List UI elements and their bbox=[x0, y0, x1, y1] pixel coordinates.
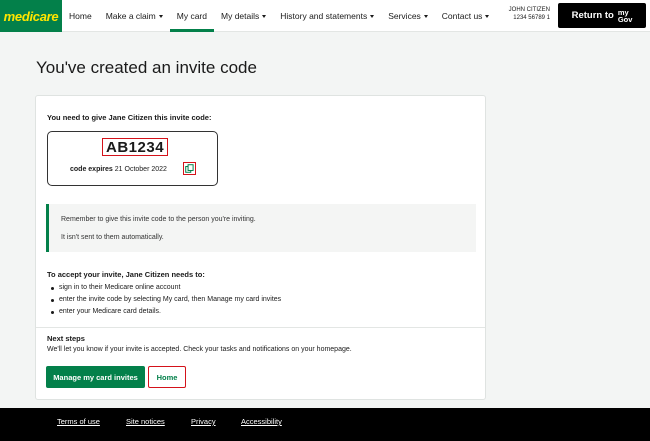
user-name: JOHN CITIZEN bbox=[508, 7, 550, 13]
footer-link-accessibility[interactable]: Accessibility bbox=[241, 417, 282, 426]
nav-item-contact-us[interactable]: Contact us bbox=[435, 0, 497, 32]
user-info: JOHN CITIZEN 1234 56789 1 bbox=[500, 7, 550, 22]
code-expiry: code expires 21 October 2022 bbox=[70, 166, 167, 173]
chevron-down-icon bbox=[423, 14, 428, 18]
footer-link-terms-of-use[interactable]: Terms of use bbox=[57, 417, 100, 426]
user-card-number: 1234 56789 1 bbox=[513, 14, 550, 21]
nav-label: My details bbox=[221, 11, 260, 21]
accept-instructions-title: To accept your invite, Jane Citizen need… bbox=[47, 270, 205, 279]
chevron-down-icon bbox=[370, 14, 375, 18]
chevron-down-icon bbox=[262, 14, 267, 18]
home-button[interactable]: Home bbox=[148, 366, 186, 388]
chevron-down-icon bbox=[485, 14, 490, 18]
nav-label: Home bbox=[69, 11, 92, 21]
mygov-logo-bottom: Gov bbox=[617, 14, 633, 24]
list-item: enter your Medicare card details. bbox=[49, 306, 281, 318]
nav-label: History and statements bbox=[280, 11, 368, 21]
nav-item-my-details[interactable]: My details bbox=[214, 0, 273, 32]
expires-label: code expires bbox=[70, 166, 113, 173]
nav-item-history-and-statements[interactable]: History and statements bbox=[273, 0, 381, 32]
nav-label: Contact us bbox=[441, 11, 483, 21]
list-item: enter the invite code by selecting My ca… bbox=[49, 294, 281, 306]
nav-label: My card bbox=[176, 11, 207, 21]
notice-line-1: Remember to give this invite code to the… bbox=[61, 216, 256, 223]
nav-item-my-card[interactable]: My card bbox=[169, 0, 214, 32]
copy-code-button[interactable] bbox=[183, 162, 196, 175]
nav-item-services[interactable]: Services bbox=[381, 0, 435, 32]
page-title: You've created an invite code bbox=[36, 58, 257, 77]
nav-label: Services bbox=[388, 11, 421, 21]
nav-item-home[interactable]: Home bbox=[62, 0, 99, 32]
list-item: sign in to their Medicare online account bbox=[49, 282, 281, 294]
return-to-mygov-button[interactable]: Return to my Gov bbox=[558, 3, 646, 28]
footer-link-site-notices[interactable]: Site notices bbox=[126, 417, 165, 426]
chevron-down-icon bbox=[158, 14, 163, 18]
mygov-logo: my Gov bbox=[617, 8, 633, 24]
nav-label: Make a claim bbox=[105, 11, 156, 21]
main-nav: Home Make a claim My card My details His… bbox=[62, 0, 496, 32]
brand-name: medicare bbox=[3, 8, 59, 24]
return-to-label: Return to bbox=[571, 10, 614, 21]
copy-icon bbox=[185, 164, 194, 173]
expires-date: 21 October 2022 bbox=[114, 166, 167, 173]
manage-card-invites-button[interactable]: Manage my card invites bbox=[46, 366, 145, 388]
nav-item-make-a-claim[interactable]: Make a claim bbox=[99, 0, 170, 32]
reminder-notice: Remember to give this invite code to the… bbox=[46, 204, 476, 252]
invite-code-box: AB1234 code expires 21 October 2022 bbox=[47, 131, 218, 186]
invite-code: AB1234 bbox=[102, 138, 169, 156]
section-divider bbox=[36, 327, 485, 328]
footer-link-privacy[interactable]: Privacy bbox=[191, 417, 216, 426]
next-steps-text: We'll let you know if your invite is acc… bbox=[47, 346, 352, 353]
medicare-logo[interactable]: medicare bbox=[0, 0, 62, 32]
accept-steps-list: sign in to their Medicare online account… bbox=[49, 282, 281, 318]
site-header: medicare Home Make a claim My card My de… bbox=[0, 0, 650, 32]
notice-line-2: It isn't sent to them automatically. bbox=[61, 234, 164, 241]
give-code-label: You need to give Jane Citizen this invit… bbox=[47, 113, 212, 122]
site-footer: Terms of use Site notices Privacy Access… bbox=[0, 408, 650, 441]
invite-card: You need to give Jane Citizen this invit… bbox=[35, 95, 486, 400]
next-steps-title: Next steps bbox=[47, 334, 85, 343]
